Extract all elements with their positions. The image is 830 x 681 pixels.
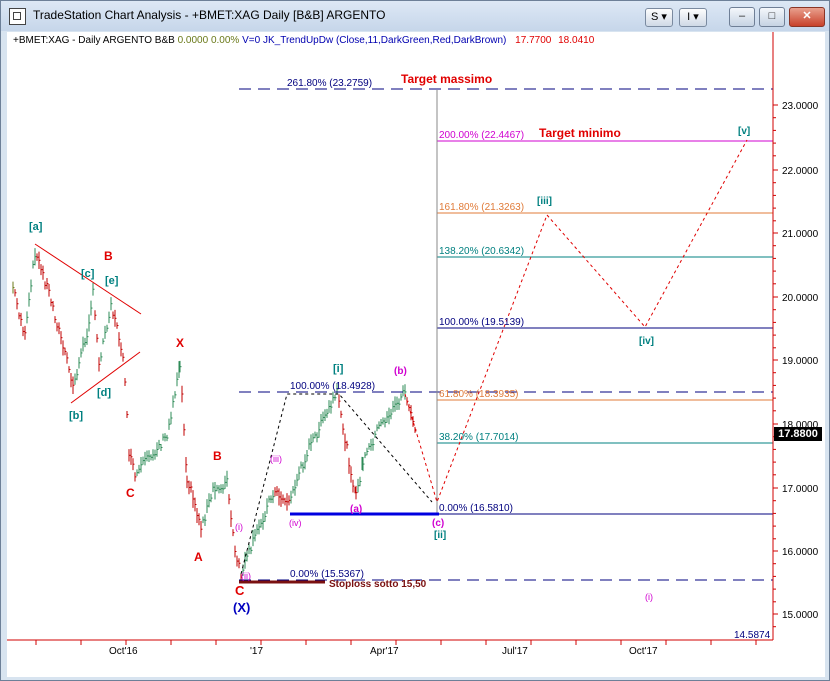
wave-b-par: (b) xyxy=(394,366,407,377)
time-label-jul17: Jul'17 xyxy=(502,646,528,657)
wave-e-sq: [e] xyxy=(105,275,119,287)
chart-area[interactable]: +BMET:XAG - Daily ARGENTO B&B 0.0000 0.0… xyxy=(7,32,825,677)
price-axis-labels: 23.000022.000021.000020.000019.000018.00… xyxy=(773,101,819,628)
s-label: S xyxy=(651,11,659,23)
wave-ii-sq: [ii] xyxy=(434,530,446,541)
price-label: 21.0000 xyxy=(782,229,819,240)
time-label-17: '17 xyxy=(250,646,263,657)
symbol-link-s-button[interactable]: S ▾ xyxy=(645,8,673,27)
wave-B1: B xyxy=(104,249,113,263)
fib-138-label: 138.20% (20.6342) xyxy=(439,246,524,257)
price-label: 20.0000 xyxy=(782,293,819,304)
wave-iv-small: (iv) xyxy=(289,518,302,528)
time-axis-labels: Oct'16 '17 Apr'17 Jul'17 Oct'17 xyxy=(109,646,658,657)
wave-v-sq: [v] xyxy=(738,126,750,137)
target-min-label: Target minimo xyxy=(539,126,621,140)
price-label: 23.0000 xyxy=(782,101,819,112)
minimize-button[interactable]: – xyxy=(729,7,755,27)
fib-a100-label: 100.00% (18.4928) xyxy=(290,381,375,392)
price-label: 22.0000 xyxy=(782,166,819,177)
fib-100-label: 100.00% (19.5139) xyxy=(439,317,524,328)
wave-A2: A xyxy=(194,550,203,564)
maximize-button[interactable]: □ xyxy=(759,7,785,27)
wave-i-future: (i) xyxy=(645,592,653,602)
fib-161-label: 161.80% (21.3263) xyxy=(439,202,524,213)
app-icon xyxy=(9,8,26,25)
title-bar[interactable]: TradeStation Chart Analysis - +BMET:XAG … xyxy=(1,1,829,31)
target-max-label: Target massimo xyxy=(401,72,492,86)
wave-d-sq: [d] xyxy=(97,387,111,399)
fib-261-label: 261.80% (23.2759) xyxy=(287,78,372,89)
last-price-marker: 17.8800 xyxy=(774,427,822,441)
stoploss-label: Stoploss sotto 15,50 xyxy=(329,579,427,590)
wave-iii-small: (iii) xyxy=(270,454,282,464)
wave-b-sq: [b] xyxy=(69,410,83,422)
fib-labels: 261.80% (23.2759) 200.00% (22.4467) 161.… xyxy=(287,78,524,580)
wave-c-sq: [c] xyxy=(81,268,95,280)
wave-X1: X xyxy=(176,336,184,350)
i-label: I xyxy=(687,11,691,23)
app-window: TradeStation Chart Analysis - +BMET:XAG … xyxy=(0,0,830,681)
window-title: TradeStation Chart Analysis - +BMET:XAG … xyxy=(33,8,386,22)
past-wave-path xyxy=(240,393,433,575)
price-label: 19.0000 xyxy=(782,356,819,367)
close-button[interactable]: ✕ xyxy=(789,7,825,27)
wave-iv-sq: [iv] xyxy=(639,336,654,347)
time-label-oct17: Oct'17 xyxy=(629,646,658,657)
time-axis-ticks xyxy=(35,640,757,645)
time-label-apr17: Apr'17 xyxy=(370,646,399,657)
fib-61-label: 61.80% (18.3935) xyxy=(439,389,519,400)
wave-i-small: (i) xyxy=(235,522,243,532)
wave-iii-sq: [iii] xyxy=(537,196,552,207)
wave-X-par: (X) xyxy=(233,600,250,615)
wave-labels: [a] [b] [c] [d] [e] B X C B A C (X) (i) … xyxy=(29,126,750,615)
wave-a-sq: [a] xyxy=(29,221,43,233)
time-label-oct16: Oct'16 xyxy=(109,646,138,657)
price-label: 15.0000 xyxy=(782,610,819,621)
fib-0-label: 0.00% (16.5810) xyxy=(439,503,513,514)
fib-38-label: 38.20% (17.7014) xyxy=(439,432,519,443)
wave-i-sq: [i] xyxy=(333,363,344,375)
price-chart[interactable]: 261.80% (23.2759) 200.00% (22.4467) 161.… xyxy=(7,32,825,677)
wave-a-par: (a) xyxy=(350,504,362,515)
wave-C1: C xyxy=(126,486,135,500)
symbol-link-i-button[interactable]: I ▾ xyxy=(679,8,707,27)
price-label: 17.0000 xyxy=(782,484,819,495)
fib-200-label: 200.00% (22.4467) xyxy=(439,130,524,141)
wave-C2: C xyxy=(235,583,245,598)
wave-c-par: (c) xyxy=(432,518,444,529)
wave-B2: B xyxy=(213,449,222,463)
wave-ii-small: (ii) xyxy=(241,571,251,581)
price-label: 16.0000 xyxy=(782,547,819,558)
low-value-label: 14.5874 xyxy=(734,630,771,641)
